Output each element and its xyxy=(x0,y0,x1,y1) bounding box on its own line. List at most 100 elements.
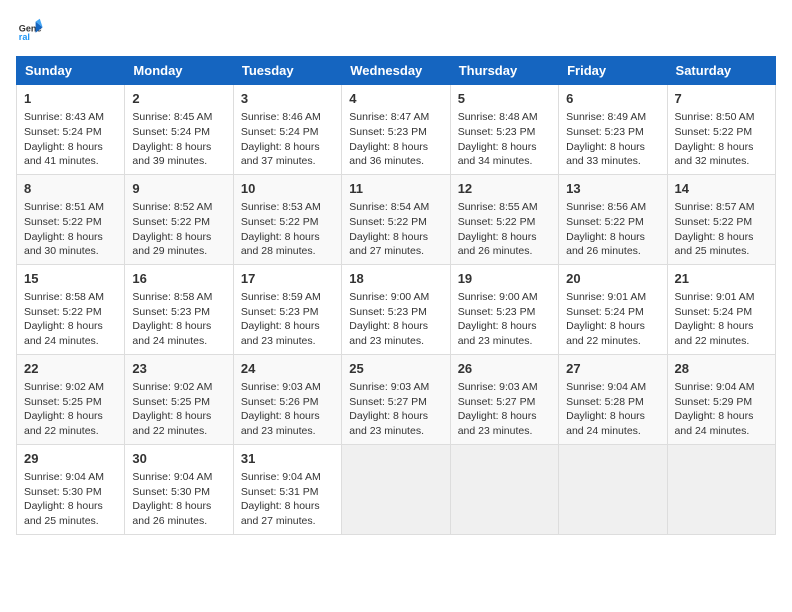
day-info: Sunrise: 9:03 AM Sunset: 5:26 PM Dayligh… xyxy=(241,380,334,439)
day-info: Sunrise: 9:00 AM Sunset: 5:23 PM Dayligh… xyxy=(349,290,442,349)
svg-text:ral: ral xyxy=(19,32,30,42)
day-number: 14 xyxy=(675,180,768,198)
day-info: Sunrise: 9:03 AM Sunset: 5:27 PM Dayligh… xyxy=(349,380,442,439)
day-info: Sunrise: 8:50 AM Sunset: 5:22 PM Dayligh… xyxy=(675,110,768,169)
calendar-cell: 7 Sunrise: 8:50 AM Sunset: 5:22 PM Daylig… xyxy=(667,85,775,175)
day-number: 1 xyxy=(24,90,117,108)
calendar-cell: 24 Sunrise: 9:03 AM Sunset: 5:26 PM Dayli… xyxy=(233,354,341,444)
day-header-saturday: Saturday xyxy=(667,57,775,85)
day-info: Sunrise: 8:57 AM Sunset: 5:22 PM Dayligh… xyxy=(675,200,768,259)
day-number: 24 xyxy=(241,360,334,378)
day-info: Sunrise: 8:43 AM Sunset: 5:24 PM Dayligh… xyxy=(24,110,117,169)
calendar-cell: 20 Sunrise: 9:01 AM Sunset: 5:24 PM Dayli… xyxy=(559,264,667,354)
calendar-cell: 16 Sunrise: 8:58 AM Sunset: 5:23 PM Dayli… xyxy=(125,264,233,354)
day-info: Sunrise: 8:48 AM Sunset: 5:23 PM Dayligh… xyxy=(458,110,551,169)
day-number: 9 xyxy=(132,180,225,198)
day-number: 6 xyxy=(566,90,659,108)
calendar-week-row: 22 Sunrise: 9:02 AM Sunset: 5:25 PM Dayli… xyxy=(17,354,776,444)
day-info: Sunrise: 8:58 AM Sunset: 5:23 PM Dayligh… xyxy=(132,290,225,349)
day-number: 31 xyxy=(241,450,334,468)
day-info: Sunrise: 8:49 AM Sunset: 5:23 PM Dayligh… xyxy=(566,110,659,169)
calendar-cell: 4 Sunrise: 8:47 AM Sunset: 5:23 PM Daylig… xyxy=(342,85,450,175)
day-info: Sunrise: 9:04 AM Sunset: 5:30 PM Dayligh… xyxy=(132,470,225,529)
calendar-header-row: SundayMondayTuesdayWednesdayThursdayFrid… xyxy=(17,57,776,85)
day-info: Sunrise: 8:53 AM Sunset: 5:22 PM Dayligh… xyxy=(241,200,334,259)
day-info: Sunrise: 9:02 AM Sunset: 5:25 PM Dayligh… xyxy=(132,380,225,439)
calendar-cell: 19 Sunrise: 9:00 AM Sunset: 5:23 PM Dayli… xyxy=(450,264,558,354)
day-info: Sunrise: 9:01 AM Sunset: 5:24 PM Dayligh… xyxy=(566,290,659,349)
day-number: 29 xyxy=(24,450,117,468)
calendar-cell: 25 Sunrise: 9:03 AM Sunset: 5:27 PM Dayli… xyxy=(342,354,450,444)
day-number: 18 xyxy=(349,270,442,288)
calendar-cell: 18 Sunrise: 9:00 AM Sunset: 5:23 PM Dayli… xyxy=(342,264,450,354)
calendar-cell: 14 Sunrise: 8:57 AM Sunset: 5:22 PM Dayli… xyxy=(667,174,775,264)
day-number: 30 xyxy=(132,450,225,468)
calendar-cell: 27 Sunrise: 9:04 AM Sunset: 5:28 PM Dayli… xyxy=(559,354,667,444)
calendar-cell: 15 Sunrise: 8:58 AM Sunset: 5:22 PM Dayli… xyxy=(17,264,125,354)
day-number: 19 xyxy=(458,270,551,288)
calendar-cell: 6 Sunrise: 8:49 AM Sunset: 5:23 PM Daylig… xyxy=(559,85,667,175)
day-header-thursday: Thursday xyxy=(450,57,558,85)
day-number: 15 xyxy=(24,270,117,288)
day-info: Sunrise: 8:59 AM Sunset: 5:23 PM Dayligh… xyxy=(241,290,334,349)
day-info: Sunrise: 8:52 AM Sunset: 5:22 PM Dayligh… xyxy=(132,200,225,259)
day-info: Sunrise: 9:00 AM Sunset: 5:23 PM Dayligh… xyxy=(458,290,551,349)
calendar-cell: 22 Sunrise: 9:02 AM Sunset: 5:25 PM Dayli… xyxy=(17,354,125,444)
day-info: Sunrise: 9:04 AM Sunset: 5:31 PM Dayligh… xyxy=(241,470,334,529)
calendar-cell: 29Sunrise: 9:04 AM Sunset: 5:30 PM Dayli… xyxy=(17,444,125,534)
calendar-week-row: 15 Sunrise: 8:58 AM Sunset: 5:22 PM Dayli… xyxy=(17,264,776,354)
day-info: Sunrise: 9:04 AM Sunset: 5:28 PM Dayligh… xyxy=(566,380,659,439)
day-number: 11 xyxy=(349,180,442,198)
day-number: 25 xyxy=(349,360,442,378)
calendar-table: SundayMondayTuesdayWednesdayThursdayFrid… xyxy=(16,56,776,535)
page-header: Gene ral xyxy=(16,16,776,44)
calendar-cell: 31 Sunrise: 9:04 AM Sunset: 5:31 PM Dayli… xyxy=(233,444,341,534)
day-header-wednesday: Wednesday xyxy=(342,57,450,85)
day-header-friday: Friday xyxy=(559,57,667,85)
day-number: 28 xyxy=(675,360,768,378)
calendar-cell: 12 Sunrise: 8:55 AM Sunset: 5:22 PM Dayli… xyxy=(450,174,558,264)
day-number: 4 xyxy=(349,90,442,108)
day-number: 26 xyxy=(458,360,551,378)
day-info: Sunrise: 8:47 AM Sunset: 5:23 PM Dayligh… xyxy=(349,110,442,169)
calendar-cell: 9 Sunrise: 8:52 AM Sunset: 5:22 PM Daylig… xyxy=(125,174,233,264)
calendar-cell xyxy=(450,444,558,534)
day-number: 16 xyxy=(132,270,225,288)
calendar-cell: 8Sunrise: 8:51 AM Sunset: 5:22 PM Daylig… xyxy=(17,174,125,264)
day-header-monday: Monday xyxy=(125,57,233,85)
day-number: 20 xyxy=(566,270,659,288)
day-number: 13 xyxy=(566,180,659,198)
calendar-cell: 26Sunrise: 9:03 AM Sunset: 5:27 PM Dayli… xyxy=(450,354,558,444)
day-number: 3 xyxy=(241,90,334,108)
calendar-cell: 23 Sunrise: 9:02 AM Sunset: 5:25 PM Dayli… xyxy=(125,354,233,444)
logo-icon: Gene ral xyxy=(16,16,44,44)
day-info: Sunrise: 8:46 AM Sunset: 5:24 PM Dayligh… xyxy=(241,110,334,169)
calendar-cell xyxy=(559,444,667,534)
day-number: 2 xyxy=(132,90,225,108)
day-header-tuesday: Tuesday xyxy=(233,57,341,85)
day-number: 10 xyxy=(241,180,334,198)
day-number: 22 xyxy=(24,360,117,378)
calendar-cell: 10 Sunrise: 8:53 AM Sunset: 5:22 PM Dayli… xyxy=(233,174,341,264)
calendar-cell xyxy=(667,444,775,534)
calendar-cell: 21Sunrise: 9:01 AM Sunset: 5:24 PM Dayli… xyxy=(667,264,775,354)
calendar-cell: 28 Sunrise: 9:04 AM Sunset: 5:29 PM Dayli… xyxy=(667,354,775,444)
calendar-cell: 5Sunrise: 8:48 AM Sunset: 5:23 PM Daylig… xyxy=(450,85,558,175)
day-number: 7 xyxy=(675,90,768,108)
day-info: Sunrise: 9:02 AM Sunset: 5:25 PM Dayligh… xyxy=(24,380,117,439)
day-info: Sunrise: 9:01 AM Sunset: 5:24 PM Dayligh… xyxy=(675,290,768,349)
day-number: 27 xyxy=(566,360,659,378)
day-info: Sunrise: 9:04 AM Sunset: 5:29 PM Dayligh… xyxy=(675,380,768,439)
calendar-cell: 13Sunrise: 8:56 AM Sunset: 5:22 PM Dayli… xyxy=(559,174,667,264)
day-info: Sunrise: 8:51 AM Sunset: 5:22 PM Dayligh… xyxy=(24,200,117,259)
day-number: 23 xyxy=(132,360,225,378)
calendar-week-row: 8Sunrise: 8:51 AM Sunset: 5:22 PM Daylig… xyxy=(17,174,776,264)
day-header-sunday: Sunday xyxy=(17,57,125,85)
calendar-cell xyxy=(342,444,450,534)
day-number: 12 xyxy=(458,180,551,198)
day-info: Sunrise: 8:58 AM Sunset: 5:22 PM Dayligh… xyxy=(24,290,117,349)
day-info: Sunrise: 8:55 AM Sunset: 5:22 PM Dayligh… xyxy=(458,200,551,259)
calendar-cell: 3 Sunrise: 8:46 AM Sunset: 5:24 PM Daylig… xyxy=(233,85,341,175)
calendar-week-row: 29 Sunrise: 9:04 AM Sunset: 5:30 PM Dayli… xyxy=(17,444,776,534)
calendar-cell: 1 Sunrise: 8:43 AM Sunset: 5:24 PM Daylig… xyxy=(17,85,125,175)
